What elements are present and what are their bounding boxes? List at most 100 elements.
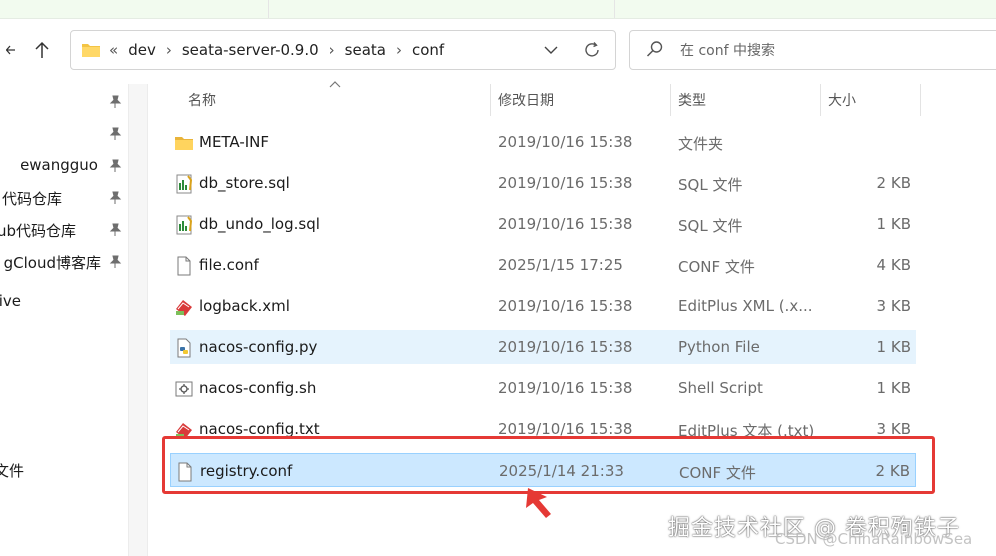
chevron-right-icon: › [165, 41, 172, 59]
quick-access-item[interactable]: 代码仓库 [0, 182, 128, 214]
nav-item[interactable]: 文件 [0, 454, 128, 486]
file-row[interactable]: db_undo_log.sql 2019/10/16 15:38 SQL 文件 … [170, 207, 916, 241]
sort-ascending-icon [329, 81, 341, 88]
column-divider[interactable] [820, 84, 821, 116]
chevron-down-icon [544, 46, 558, 54]
file-type: Shell Script [678, 379, 763, 397]
shell-script-icon [175, 381, 193, 397]
breadcrumb-dev[interactable]: dev [128, 41, 156, 59]
chevron-right-icon: › [395, 41, 402, 59]
file-name: db_store.sql [199, 174, 290, 192]
pin-icon [109, 95, 122, 108]
breadcrumb-seata[interactable]: seata [345, 41, 386, 59]
file-size: 1 KB [876, 338, 911, 356]
file-size: 1 KB [876, 215, 911, 233]
file-row[interactable]: file.conf 2025/1/15 17:25 CONF 文件 4 KB [170, 248, 916, 282]
file-name: logback.xml [199, 297, 290, 315]
column-divider[interactable] [920, 84, 921, 116]
breadcrumb: « dev › seata-server-0.9.0 › seata › con… [81, 31, 444, 69]
quick-access-label: gCloud博客库 [3, 254, 101, 272]
window-top-strip [0, 0, 996, 19]
up-button[interactable] [31, 36, 53, 64]
file-row[interactable]: nacos-config.sh 2019/10/16 15:38 Shell S… [170, 371, 916, 405]
quick-access-item[interactable] [0, 118, 128, 150]
refresh-icon [585, 42, 599, 57]
file-date: 2019/10/16 15:38 [498, 297, 633, 315]
pin-icon [109, 127, 122, 140]
nav-item-label: 文件 [0, 462, 24, 480]
sql-file-icon [176, 215, 193, 235]
folder-icon [175, 137, 193, 150]
file-date: 2025/1/15 17:25 [498, 256, 623, 274]
file-date: 2019/10/16 15:38 [498, 379, 633, 397]
column-header-label: 类型 [678, 93, 706, 109]
quick-access-item[interactable] [0, 86, 128, 118]
file-type: Python File [678, 338, 760, 356]
quick-access-label: ewangguo [20, 156, 98, 174]
file-size: 4 KB [876, 256, 911, 274]
search-input[interactable] [678, 39, 982, 63]
column-header-type[interactable]: 类型 [678, 84, 706, 116]
file-type: EditPlus XML (.x... [678, 297, 813, 315]
refresh-button[interactable] [579, 38, 605, 62]
pin-icon [109, 255, 122, 268]
column-header-size[interactable]: 大小 [828, 84, 856, 116]
navigation-pane: ewangguo 代码仓库 ub代码仓库 gCloud博客库 ive 文件 [0, 84, 128, 556]
watermark-subtext: CSDN @ChinaRainbowSea [775, 530, 973, 548]
file-name: file.conf [199, 256, 259, 274]
file-type: CONF 文件 [678, 258, 755, 276]
quick-access-item[interactable]: ewangguo [0, 150, 128, 182]
file-row[interactable]: db_store.sql 2019/10/16 15:38 SQL 文件 2 K… [170, 166, 916, 200]
nav-item[interactable]: ive [0, 286, 128, 318]
column-header-name[interactable]: 名称 [188, 84, 216, 116]
editplus-file-icon [176, 300, 192, 316]
pin-icon [109, 223, 122, 236]
quick-access-item[interactable]: ub代码仓库 [0, 214, 128, 246]
file-name: nacos-config.sh [199, 379, 317, 397]
address-bar[interactable]: « dev › seata-server-0.9.0 › seata › con… [70, 30, 616, 70]
file-name: nacos-config.py [199, 338, 318, 356]
file-type: 文件夹 [678, 135, 724, 153]
quick-access-label: ub代码仓库 [0, 222, 76, 240]
nav-pane-scrollbar[interactable] [128, 84, 148, 556]
file-name: META-INF [199, 133, 270, 151]
column-divider[interactable] [490, 84, 491, 116]
column-header-label: 大小 [828, 93, 856, 109]
python-file-icon [177, 338, 191, 358]
sql-file-icon [176, 174, 193, 194]
pin-icon [109, 159, 122, 172]
file-date: 2019/10/16 15:38 [498, 174, 633, 192]
quick-access-item[interactable]: gCloud博客库 [0, 246, 128, 278]
pointer-arrow-icon [526, 488, 551, 518]
breadcrumb-seata-server[interactable]: seata-server-0.9.0 [182, 41, 319, 59]
top-strip-segment [268, 0, 615, 18]
file-row[interactable]: META-INF 2019/10/16 15:38 文件夹 [170, 125, 916, 159]
file-date: 2019/10/16 15:38 [498, 133, 633, 151]
file-row[interactable]: nacos-config.py 2019/10/16 15:38 Python … [170, 330, 916, 364]
column-header-date[interactable]: 修改日期 [498, 84, 554, 116]
breadcrumb-overflow[interactable]: « [109, 41, 118, 59]
file-size: 1 KB [876, 379, 911, 397]
file-name: db_undo_log.sql [199, 215, 320, 233]
file-date: 2019/10/16 15:38 [498, 215, 633, 233]
back-button[interactable] [0, 36, 22, 64]
search-box[interactable] [629, 30, 996, 70]
search-icon [646, 41, 663, 57]
arrow-up-icon [35, 41, 49, 58]
file-type: SQL 文件 [678, 176, 743, 194]
column-header-label: 修改日期 [498, 93, 554, 109]
address-history-dropdown[interactable] [539, 40, 563, 60]
blank-file-icon [177, 256, 191, 276]
top-strip-segment [0, 0, 269, 18]
folder-icon [82, 44, 100, 57]
file-row[interactable]: logback.xml 2019/10/16 15:38 EditPlus XM… [170, 289, 916, 323]
pin-icon [109, 191, 122, 204]
file-type: SQL 文件 [678, 217, 743, 235]
breadcrumb-conf[interactable]: conf [412, 41, 444, 59]
nav-item-label: ive [0, 292, 21, 310]
quick-access-label: 代码仓库 [1, 190, 62, 208]
column-divider[interactable] [670, 84, 671, 116]
file-date: 2019/10/16 15:38 [498, 338, 633, 356]
file-size: 3 KB [876, 297, 911, 315]
chevron-right-icon: › [328, 41, 335, 59]
